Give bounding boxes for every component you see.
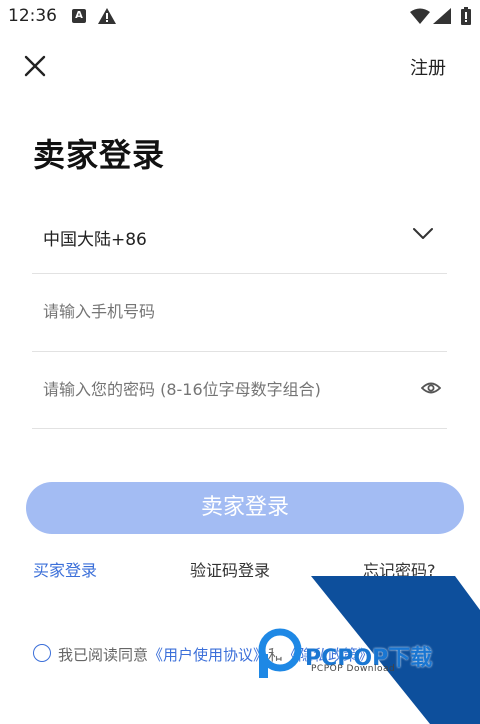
forgot-password-link[interactable]: 忘记密码? [363,557,436,581]
eye-icon[interactable] [420,380,442,400]
watermark-logo [258,628,302,678]
phone-field [32,274,447,352]
warning-icon [98,8,116,28]
code-login-link[interactable]: 验证码登录 [190,557,270,581]
close-button[interactable] [22,53,48,79]
page-title: 卖家登录 [33,136,166,174]
phone-input[interactable] [43,302,403,321]
watermark-subtext: PCPOP Download [311,664,396,674]
register-link[interactable]: 注册 [410,54,446,80]
buyer-login-link[interactable]: 买家登录 [33,557,97,581]
agree-checkbox[interactable] [33,644,51,662]
status-bar: 12:36 A [0,0,480,34]
agreement-prefix: 我已阅读同意 [58,646,149,664]
user-agreement-link[interactable]: 《用户使用协议》 [148,646,268,664]
chevron-down-icon[interactable] [413,226,433,245]
password-field [32,352,447,429]
status-time: 12:36 [8,6,57,26]
notification-a-icon: A [72,9,86,23]
wifi-icon [410,8,430,28]
country-value: 中国大陆+86 [43,230,147,250]
country-selector[interactable]: 中国大陆+86 [32,200,447,274]
close-icon [24,55,46,77]
signal-icon [433,8,451,28]
password-input[interactable] [43,380,403,399]
battery-icon [461,7,471,29]
login-button[interactable]: 卖家登录 [26,482,464,534]
